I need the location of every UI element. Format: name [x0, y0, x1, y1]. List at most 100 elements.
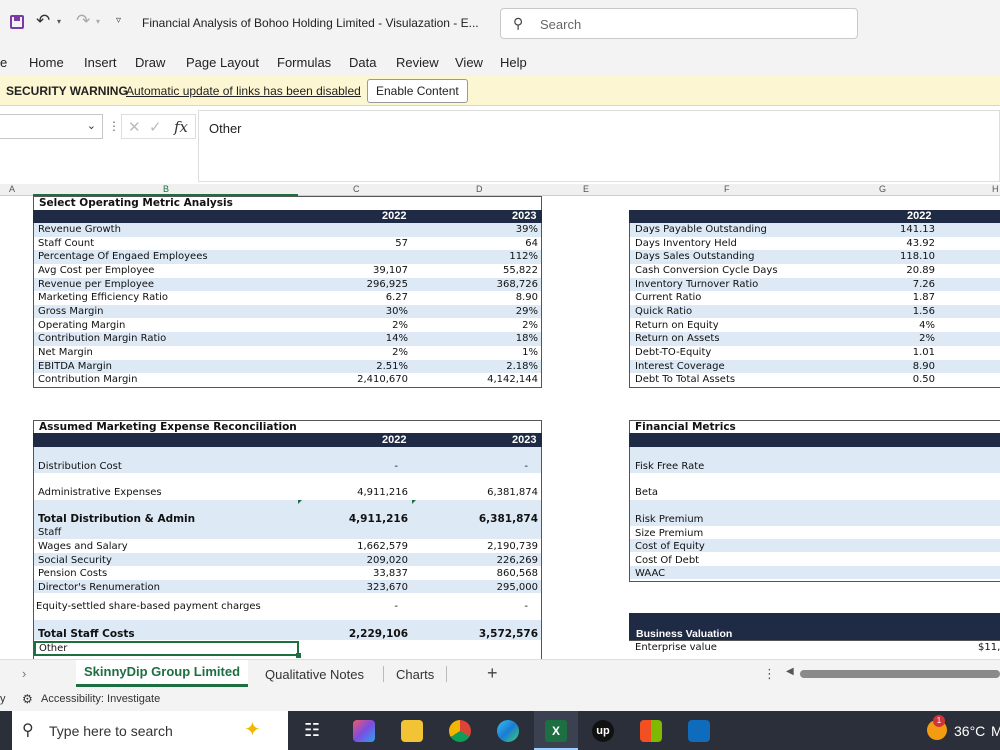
- save-icon[interactable]: [10, 15, 24, 29]
- ratio-row: Days Inventory Held 43.92: [635, 237, 935, 249]
- chevron-down-icon[interactable]: ⌄: [87, 119, 96, 132]
- operating-row: Revenue Growth 39%: [38, 224, 538, 235]
- file-explorer-icon[interactable]: [401, 720, 423, 742]
- more-tabs-icon[interactable]: ⋮: [763, 666, 776, 682]
- taskbar-search-placeholder: Type here to search: [49, 723, 173, 739]
- operating-title: Select Operating Metric Analysis: [39, 197, 233, 209]
- upwork-icon[interactable]: up: [592, 720, 614, 742]
- tab-qualitative-notes[interactable]: Qualitative Notes: [265, 667, 364, 682]
- column-header-e[interactable]: E: [583, 184, 589, 194]
- undo-icon[interactable]: ↶: [36, 11, 50, 31]
- scroll-tabs-right-icon[interactable]: ›: [22, 666, 26, 681]
- menu-page-layout[interactable]: Page Layout: [186, 55, 259, 70]
- ratio-row: Days Payable Outstanding 141.13: [635, 224, 935, 235]
- formula-input[interactable]: Other: [198, 110, 1000, 182]
- menu-home[interactable]: Home: [29, 55, 64, 70]
- sheet-tabs-bar: › SkinnyDip Group Limited Qualitative No…: [0, 659, 1000, 689]
- operating-row: EBITDA Margin 2.51% 2.18%: [38, 360, 538, 372]
- ratios-header-row: 2022: [629, 210, 1000, 223]
- task-view-icon[interactable]: ☷: [304, 720, 326, 742]
- horizontal-scrollbar[interactable]: [800, 670, 1000, 678]
- tab-skinnydip-group-limited[interactable]: SkinnyDip Group Limited: [76, 660, 249, 687]
- scroll-left-icon[interactable]: ◀: [786, 666, 794, 677]
- column-header-a[interactable]: A: [9, 184, 15, 194]
- weather-widget[interactable]: 1 36°C M: [924, 711, 1000, 750]
- risk-free-rate-label: Fisk Free Rate: [635, 461, 705, 472]
- formula-value: Other: [209, 121, 242, 136]
- chrome-icon[interactable]: [449, 720, 471, 742]
- copilot-icon[interactable]: [353, 720, 375, 742]
- name-box[interactable]: ⌄: [0, 114, 103, 139]
- column-headers: A B C D E F G H: [0, 184, 1000, 196]
- total-staff-costs-row: Total Staff Costs 2,229,106 3,572,576: [38, 628, 538, 640]
- redo-icon[interactable]: ↷: [76, 11, 90, 31]
- operating-year-2022: 2022: [382, 210, 407, 222]
- warning-label: SECURITY WARNING: [6, 84, 128, 98]
- status-bar: y ⚙ Accessibility: Investigate: [0, 689, 1000, 711]
- operating-year-2023: 2023: [512, 210, 537, 222]
- redo-dropdown-icon[interactable]: ▾: [96, 17, 100, 26]
- financial-metric-row: Cost Of Debt: [635, 554, 700, 566]
- business-valuation-title: Business Valuation: [636, 628, 733, 640]
- staff-cost-row: Wages and Salary 1,662,579 2,190,739: [38, 541, 538, 552]
- customize-toolbar-icon[interactable]: ▿: [116, 15, 121, 26]
- financial-metrics-header-bar: [629, 433, 1000, 447]
- search-icon: ⚲: [513, 15, 524, 31]
- business-valuation-header: Business Valuation: [629, 613, 1000, 640]
- ratio-row: Interest Coverage 8.90: [635, 360, 935, 372]
- worksheet-grid[interactable]: Select Operating Metric Analysis 2022 20…: [0, 196, 1000, 659]
- store-icon[interactable]: [640, 720, 662, 742]
- menu-formulas[interactable]: Formulas: [277, 55, 331, 70]
- weather-badge: 1: [933, 715, 945, 727]
- tab-charts[interactable]: Charts: [396, 667, 434, 682]
- weather-extra: M: [991, 723, 1000, 739]
- excel-taskbar-active[interactable]: X: [534, 711, 578, 750]
- marketing-year-2023: 2023: [512, 434, 537, 446]
- warning-message-link[interactable]: Automatic update of links has been disab…: [126, 84, 361, 98]
- taskbar-search[interactable]: ⚲ Type here to search ✦: [12, 711, 288, 750]
- menu-file-edge[interactable]: e: [0, 55, 7, 70]
- outlook-icon[interactable]: [688, 720, 710, 742]
- accessibility-status[interactable]: Accessibility: Investigate: [41, 693, 160, 705]
- operating-row: Gross Margin 30% 29%: [38, 305, 538, 317]
- taskbar-search-icon: ⚲: [22, 722, 34, 739]
- selected-cell-other[interactable]: Other: [34, 641, 301, 658]
- operating-row: Contribution Margin Ratio 14% 18%: [38, 333, 538, 345]
- operating-row: Revenue per Employee 296,925 368,726: [38, 278, 538, 290]
- column-header-h[interactable]: H: [992, 184, 999, 194]
- column-header-g[interactable]: G: [879, 184, 886, 194]
- column-header-b[interactable]: B: [163, 184, 169, 194]
- cancel-icon[interactable]: ✕: [128, 118, 141, 136]
- ratio-row: Current Ratio 1.87: [635, 292, 935, 304]
- enter-icon[interactable]: ✓: [149, 118, 162, 136]
- financial-metric-row: Risk Premium: [635, 514, 704, 525]
- menu-insert[interactable]: Insert: [84, 55, 117, 70]
- more-options-icon[interactable]: ⋮: [108, 119, 120, 133]
- menu-view[interactable]: View: [455, 55, 483, 70]
- beta-label: Beta: [635, 487, 659, 498]
- function-icon[interactable]: fx: [174, 118, 188, 136]
- column-header-f[interactable]: F: [724, 184, 730, 194]
- search-placeholder: Search: [540, 17, 582, 32]
- staff-cost-row: Pension Costs 33,837 860,568: [38, 568, 538, 580]
- edge-icon[interactable]: [497, 720, 519, 742]
- equity-share-row: Equity-settled share-based payment charg…: [36, 601, 528, 612]
- column-header-d[interactable]: D: [476, 184, 483, 194]
- menu-review[interactable]: Review: [396, 55, 439, 70]
- accessibility-icon[interactable]: ⚙: [22, 692, 33, 706]
- menu-help[interactable]: Help: [500, 55, 527, 70]
- formula-buttons: ✕ ✓ fx: [121, 114, 196, 139]
- enable-content-button[interactable]: Enable Content: [367, 79, 468, 103]
- search-box[interactable]: ⚲ Search: [500, 8, 858, 39]
- menu-data[interactable]: Data: [349, 55, 376, 70]
- undo-dropdown-icon[interactable]: ▾: [57, 17, 61, 26]
- menu-draw[interactable]: Draw: [135, 55, 165, 70]
- search-highlight-icon: ✦: [244, 719, 261, 741]
- operating-row: Contribution Margin 2,410,670 4,142,144: [38, 374, 538, 386]
- column-header-c[interactable]: C: [353, 184, 360, 194]
- ratio-row: Debt To Total Assets 0.50: [635, 374, 935, 386]
- distribution-cost-row: Distribution Cost - -: [38, 461, 528, 472]
- marketing-year-2022: 2022: [382, 434, 407, 446]
- add-sheet-button[interactable]: +: [487, 663, 498, 684]
- ratio-row: Quick Ratio 1.56: [635, 305, 935, 317]
